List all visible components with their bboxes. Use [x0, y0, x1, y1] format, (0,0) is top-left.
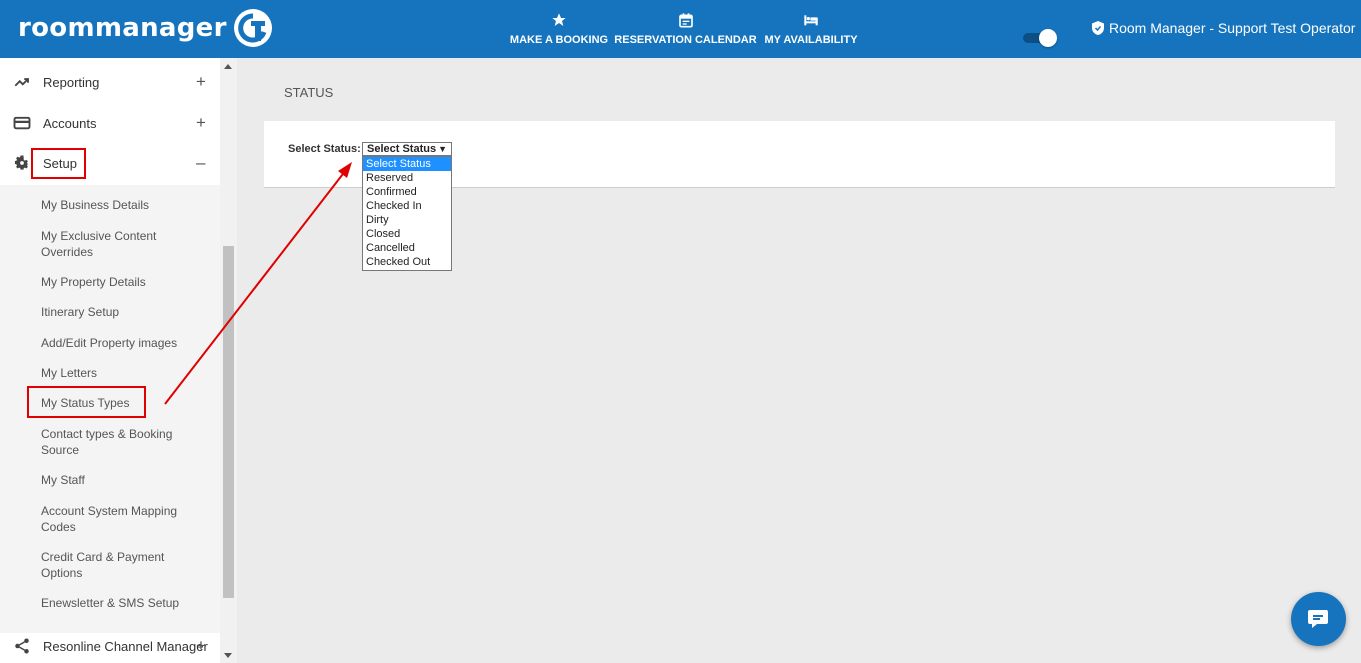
- submenu-item-my-letters[interactable]: My Letters: [41, 365, 201, 381]
- submenu-item-my-staff[interactable]: My Staff: [41, 472, 201, 488]
- submenu-item-credit-card-payment-options[interactable]: Credit Card & Payment Options: [41, 549, 201, 581]
- highlight-box-my-status-types: [27, 386, 146, 418]
- nav-reservation-calendar[interactable]: RESERVATION CALENDAR: [614, 0, 757, 58]
- chat-button[interactable]: [1291, 592, 1346, 646]
- submenu-item-account-system-mapping-codes[interactable]: Account System Mapping Codes: [41, 503, 201, 535]
- select-value: Select Status: [367, 143, 437, 155]
- option-reserved[interactable]: Reserved: [363, 171, 451, 185]
- expand-icon[interactable]: +: [196, 113, 206, 133]
- expand-icon[interactable]: +: [196, 72, 206, 92]
- sidebar-item-reporting[interactable]: Reporting +: [0, 62, 220, 102]
- share-icon: [15, 638, 29, 654]
- scroll-up-arrow-icon[interactable]: [224, 64, 232, 69]
- option-select-status[interactable]: Select Status: [363, 157, 451, 171]
- submenu-item-add-edit-property-images[interactable]: Add/Edit Property images: [41, 335, 201, 351]
- sidebar-item-label: Resonline Channel Manager: [43, 638, 208, 654]
- bed-icon: [804, 15, 818, 26]
- card-icon: [13, 116, 31, 130]
- sidebar-item-label: Reporting: [43, 74, 100, 90]
- submenu-item-my-exclusive-content-overrides[interactable]: My Exclusive Content Overrides: [41, 228, 201, 260]
- option-checked-in[interactable]: Checked In: [363, 199, 451, 213]
- page-title: STATUS: [284, 85, 334, 100]
- user-menu[interactable]: Room Manager - Support Test Operator: [1092, 20, 1355, 36]
- select-status-label: Select Status:: [288, 143, 361, 155]
- scroll-down-arrow-icon[interactable]: [224, 653, 232, 658]
- nav-my-availability[interactable]: MY AVAILABILITY: [764, 0, 858, 58]
- highlight-box-setup: [31, 148, 86, 179]
- sidebar-item-resonline-channel-manager[interactable]: Resonline Channel Manager +: [0, 626, 220, 663]
- option-closed[interactable]: Closed: [363, 227, 451, 241]
- star-icon: [552, 13, 566, 26]
- theme-toggle[interactable]: [1023, 28, 1059, 48]
- collapse-icon[interactable]: –: [196, 153, 205, 173]
- scroll-thumb[interactable]: [223, 246, 234, 598]
- calendar-icon: [678, 13, 693, 28]
- submenu-item-contact-types-booking-source[interactable]: Contact types & Booking Source: [41, 426, 201, 458]
- option-confirmed[interactable]: Confirmed: [363, 185, 451, 199]
- option-dirty[interactable]: Dirty: [363, 213, 451, 227]
- submenu-item-my-business-details[interactable]: My Business Details: [41, 197, 201, 213]
- option-checked-out[interactable]: Checked Out: [363, 255, 451, 269]
- logo-mark-icon: [233, 9, 272, 47]
- status-dropdown-list: Select Status Reserved Confirmed Checked…: [362, 156, 452, 271]
- toggle-knob: [1039, 29, 1057, 47]
- sidebar-item-accounts[interactable]: Accounts +: [0, 103, 220, 143]
- submenu-item-itinerary-setup[interactable]: Itinerary Setup: [41, 304, 201, 320]
- nav-make-a-booking[interactable]: MAKE A BOOKING: [509, 0, 609, 58]
- chat-bubble-icon: [1308, 610, 1328, 628]
- option-cancelled[interactable]: Cancelled: [363, 241, 451, 255]
- gear-icon: [14, 155, 30, 170]
- nav-label: MAKE A BOOKING: [509, 34, 609, 46]
- sidebar-scrollbar[interactable]: [220, 58, 237, 663]
- logo-text: roommanager: [18, 13, 227, 43]
- status-select[interactable]: Select Status ▼: [362, 142, 452, 156]
- chevron-down-icon: ▼: [438, 144, 447, 154]
- expand-icon[interactable]: +: [196, 636, 206, 656]
- nav-label: MY AVAILABILITY: [764, 34, 858, 46]
- user-name: Room Manager - Support Test Operator: [1109, 20, 1356, 36]
- nav-label: RESERVATION CALENDAR: [614, 34, 757, 46]
- shield-check-icon: [1092, 21, 1104, 35]
- sidebar-item-label: Accounts: [43, 115, 97, 131]
- submenu-item-my-property-details[interactable]: My Property Details: [41, 274, 201, 290]
- submenu-item-enewsletter-sms-setup[interactable]: Enewsletter & SMS Setup: [41, 595, 201, 611]
- trending-up-icon: [14, 78, 29, 87]
- logo[interactable]: roommanager: [18, 8, 273, 48]
- top-bar: roommanager MAKE A BOOKING RESERVATION C…: [0, 0, 1361, 58]
